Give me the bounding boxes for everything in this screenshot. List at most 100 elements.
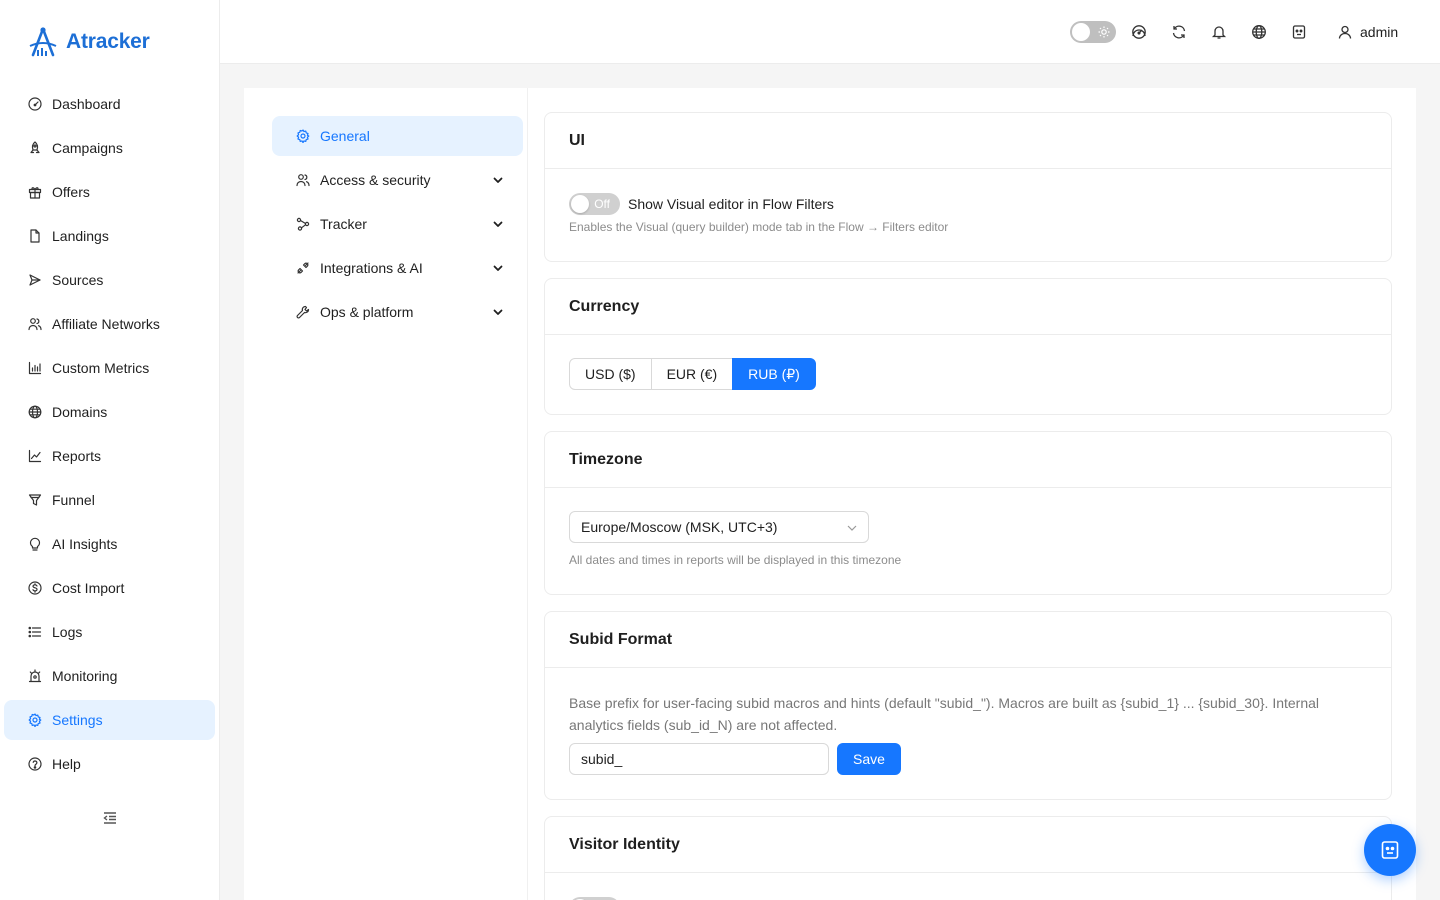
top-header: admin [220, 0, 1440, 64]
bell-icon[interactable] [1211, 24, 1227, 40]
sync-icon[interactable] [1171, 24, 1187, 40]
card-title: UI [569, 131, 585, 149]
sidebar-item-domains[interactable]: Domains [4, 392, 215, 432]
file-icon [28, 229, 42, 243]
currency-usd-button[interactable]: USD ($) [569, 358, 652, 390]
sidebar-item-label: Dashboard [52, 96, 121, 112]
dollar-icon [28, 581, 42, 595]
visual-editor-switch[interactable]: Off [569, 193, 620, 215]
sidebar-item-campaigns[interactable]: Campaigns [4, 128, 215, 168]
theme-toggle[interactable] [1070, 21, 1116, 43]
sidebar-item-sources[interactable]: Sources [4, 260, 215, 300]
sidebar-item-label: Help [52, 756, 81, 772]
subid-prefix-input[interactable] [569, 743, 829, 775]
settings-nav-label: Tracker [320, 216, 367, 232]
sidebar-item-label: Reports [52, 448, 102, 464]
api-icon [296, 261, 310, 275]
sidebar-item-monitoring[interactable]: Monitoring [4, 656, 215, 696]
sidebar-item-label: Sources [52, 272, 104, 288]
user-icon [1338, 25, 1352, 39]
settings-nav-ops-platform[interactable]: Ops & platform [272, 292, 523, 332]
timezone-card: Timezone Europe/Moscow (MSK, UTC+3) All … [544, 431, 1392, 595]
bar-chart-icon [28, 361, 42, 375]
card-title: Subid Format [569, 630, 673, 648]
logo[interactable]: Atracker [26, 26, 150, 58]
sidebar-item-label: Funnel [52, 492, 95, 508]
users-icon [296, 173, 310, 187]
switch-label: Show Visual editor in Flow Filters [628, 196, 834, 212]
chevron-down-icon [491, 305, 505, 319]
sidebar-item-label: Offers [52, 184, 90, 200]
currency-selector: USD ($) EUR (€) RUB (₽) [569, 358, 816, 390]
sidebar-item-help[interactable]: Help [4, 744, 215, 784]
ai-assistant-button[interactable] [1364, 824, 1416, 876]
switch-knob [571, 195, 589, 213]
save-button[interactable]: Save [837, 743, 901, 775]
switch-hint: Enables the Visual (query builder) mode … [569, 220, 949, 234]
timezone-select[interactable]: Europe/Moscow (MSK, UTC+3) [569, 511, 869, 543]
sidebar-item-label: Campaigns [52, 140, 123, 156]
sidebar-item-ai-insights[interactable]: AI Insights [4, 524, 215, 564]
settings-nav-general[interactable]: General [272, 116, 523, 156]
chevron-down-icon [491, 173, 505, 187]
sidebar-item-reports[interactable]: Reports [4, 436, 215, 476]
question-icon [28, 757, 42, 771]
alert-icon [28, 669, 42, 683]
tool-icon [296, 305, 310, 319]
chevron-down-icon [846, 522, 858, 534]
list-icon [28, 625, 42, 639]
sidebar-item-label: Settings [52, 712, 103, 728]
users-icon [28, 317, 42, 331]
sidebar-item-label: Affiliate Networks [52, 316, 160, 332]
card-title: Currency [569, 297, 640, 315]
sidebar-item-logs[interactable]: Logs [4, 612, 215, 652]
sidebar-item-funnel[interactable]: Funnel [4, 480, 215, 520]
sidebar-item-landings[interactable]: Landings [4, 216, 215, 256]
sun-icon [1098, 26, 1110, 38]
gear-icon [296, 129, 310, 143]
sidebar-item-custom-metrics[interactable]: Custom Metrics [4, 348, 215, 388]
ui-card: UI Off Show Visual editor in Flow Filter… [544, 112, 1392, 262]
sidebar-item-settings[interactable]: Settings [4, 700, 215, 740]
user-menu[interactable]: admin [1338, 22, 1398, 42]
chevron-down-icon [491, 261, 505, 275]
sidebar-item-cost-import[interactable]: Cost Import [4, 568, 215, 608]
divider [527, 88, 528, 900]
dashboard-icon[interactable] [1131, 24, 1147, 40]
sidebar-item-label: Logs [52, 624, 83, 640]
node-icon [296, 217, 310, 231]
robot-icon [1379, 839, 1401, 861]
theme-toggle-knob [1072, 23, 1090, 41]
currency-rub-button[interactable]: RUB (₽) [732, 358, 816, 390]
collapse-sidebar-icon[interactable] [102, 810, 118, 826]
currency-card: Currency USD ($) EUR (€) RUB (₽) [544, 278, 1392, 415]
sidebar: Atracker Dashboard Campaigns Offers Landing… [0, 0, 220, 900]
globe-icon[interactable] [1251, 24, 1267, 40]
sidebar-item-label: Domains [52, 404, 108, 420]
user-name: admin [1360, 24, 1399, 40]
settings-nav-access-security[interactable]: Access & security [272, 160, 523, 200]
currency-eur-button[interactable]: EUR (€) [650, 358, 734, 390]
settings-nav-label: Access & security [320, 172, 431, 188]
subid-description: Base prefix for user-facing subid macros… [569, 695, 1320, 733]
sidebar-item-affiliate-networks[interactable]: Affiliate Networks [4, 304, 215, 344]
timezone-value: Europe/Moscow (MSK, UTC+3) [581, 519, 778, 535]
settings-nav-tracker[interactable]: Tracker [272, 204, 523, 244]
card-title: Timezone [569, 450, 643, 468]
sidebar-item-label: Monitoring [52, 668, 118, 684]
visitor-identity-card: Visitor Identity [544, 816, 1392, 900]
funnel-icon [28, 493, 42, 507]
sidebar-item-label: Landings [52, 228, 109, 244]
settings-nav-label: Integrations & AI [320, 260, 423, 276]
dashboard-icon [28, 97, 42, 111]
bulb-icon [28, 537, 42, 551]
main-nav: Dashboard Campaigns Offers Landings Sources A… [4, 84, 215, 788]
settings-nav: General Access & security Tracker Integrati… [272, 116, 523, 336]
sidebar-item-dashboard[interactable]: Dashboard [4, 84, 215, 124]
subid-card: Subid Format Base prefix for user-facing… [544, 611, 1392, 800]
sidebar-item-label: Custom Metrics [52, 360, 150, 376]
settings-nav-integrations-ai[interactable]: Integrations & AI [272, 248, 523, 288]
robot-icon[interactable] [1291, 24, 1307, 40]
sidebar-item-offers[interactable]: Offers [4, 172, 215, 212]
logo-icon [26, 26, 60, 58]
